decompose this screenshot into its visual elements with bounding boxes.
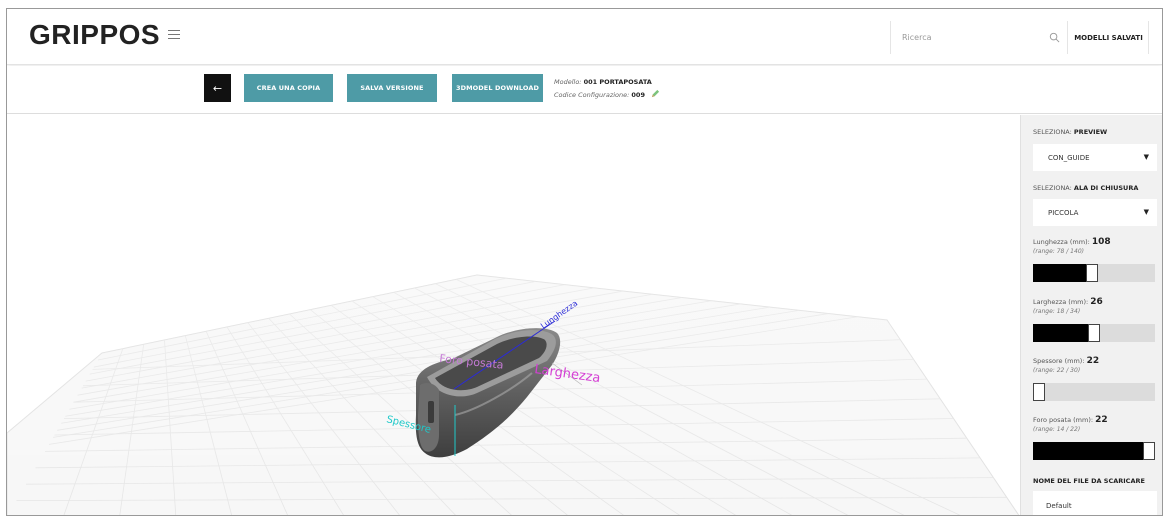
- dropdown-caret-icon: ▼: [1143, 208, 1149, 216]
- search-icon[interactable]: [1049, 32, 1060, 43]
- slider-thumb[interactable]: [1088, 324, 1100, 342]
- scene-canvas[interactable]: Lunghezza Larghezza Foro posata Spessore: [7, 115, 1020, 516]
- model-prefix: Modello:: [554, 78, 582, 86]
- 3dmodel-download-button[interactable]: 3DMODEL DOWNLOAD: [452, 74, 543, 102]
- configuration-panel: SELEZIONA: PREVIEW CON_GUIDE ▼ SELEZIONA…: [1020, 115, 1162, 515]
- larghezza-slider[interactable]: [1033, 324, 1155, 342]
- save-version-button[interactable]: SALVA VERSIONE: [347, 74, 437, 102]
- ala-selected-value: PICCOLA: [1048, 208, 1079, 217]
- model-info: Modello: 001 PORTAPOSATA Codice Configur…: [554, 76, 660, 102]
- top-header: GRIPPOS MODELLI SALVATI: [7, 9, 1162, 65]
- dropdown-caret-icon: ▼: [1143, 153, 1149, 161]
- spessore-slider[interactable]: [1033, 383, 1155, 401]
- saved-models-button[interactable]: MODELLI SALVATI: [1069, 21, 1149, 54]
- back-button[interactable]: ←: [204, 74, 231, 102]
- filename-label: NOME DEL FILE DA SCARICARE: [1033, 477, 1145, 485]
- filename-input[interactable]: [1033, 491, 1157, 515]
- ala-select-label: SELEZIONA: ALA DI CHIUSURA: [1033, 184, 1139, 192]
- preview-select-label: SELEZIONA: PREVIEW: [1033, 128, 1108, 136]
- search-box: [890, 21, 1068, 54]
- slider-thumb[interactable]: [1086, 264, 1098, 282]
- hamburger-menu-icon[interactable]: [168, 30, 180, 40]
- config-prefix: Codice Configurazione:: [554, 91, 630, 99]
- foro-posata-value: Foro posata (mm): 22 (range: 14 / 22): [1033, 415, 1108, 434]
- preview-selected-value: CON_GUIDE: [1048, 153, 1090, 162]
- model-name: 001 PORTAPOSATA: [583, 78, 652, 86]
- ala-chiusura-select[interactable]: PICCOLA ▼: [1033, 199, 1157, 226]
- app-window: GRIPPOS MODELLI SALVATI ← CREA UNA COPIA…: [6, 8, 1163, 516]
- preview-select[interactable]: CON_GUIDE ▼: [1033, 144, 1157, 171]
- search-input[interactable]: [891, 21, 1041, 54]
- create-copy-button[interactable]: CREA UNA COPIA: [244, 74, 333, 102]
- action-toolbar: ← CREA UNA COPIA SALVA VERSIONE 3DMODEL …: [7, 66, 1162, 114]
- slider-thumb[interactable]: [1143, 442, 1155, 460]
- slider-thumb[interactable]: [1033, 383, 1045, 401]
- 3d-viewport[interactable]: Lunghezza Larghezza Foro posata Spessore: [7, 115, 1020, 516]
- spessore-value: Spessore (mm): 22 (range: 22 / 30): [1033, 356, 1100, 375]
- lunghezza-slider[interactable]: [1033, 264, 1155, 282]
- grippos-logo[interactable]: GRIPPOS: [29, 19, 160, 51]
- config-code: 009: [631, 91, 645, 99]
- pencil-edit-icon[interactable]: [651, 89, 660, 98]
- lunghezza-value: Lunghezza (mm): 108 (range: 78 / 140): [1033, 237, 1111, 256]
- larghezza-value: Larghezza (mm): 26 (range: 18 / 34): [1033, 297, 1103, 316]
- foro-posata-slider[interactable]: [1033, 442, 1155, 460]
